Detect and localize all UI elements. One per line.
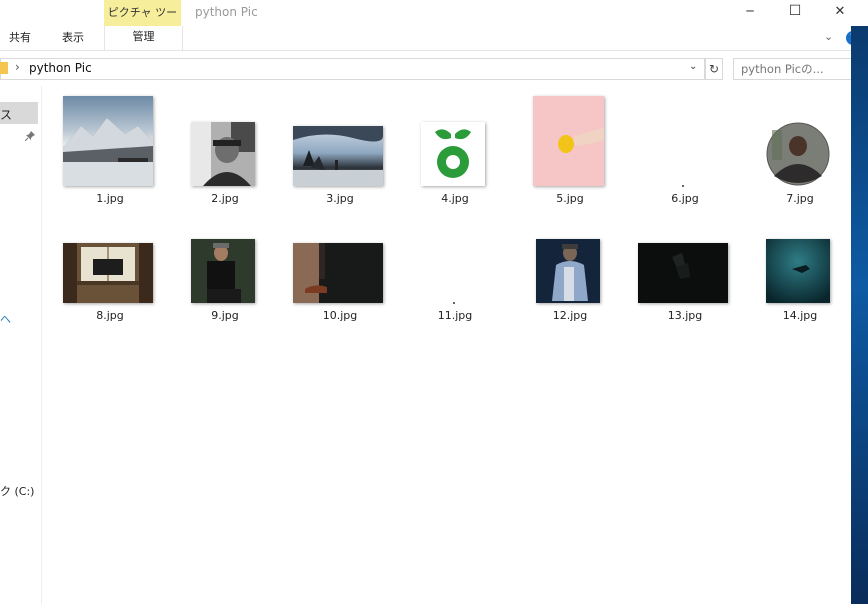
file-label[interactable]: 12.jpg [525,309,615,322]
window-desk-thumbnail[interactable] [63,243,153,303]
maximize-button[interactable]: ☐ [773,0,817,22]
mountain-lake-thumbnail[interactable] [63,96,153,186]
address-dropdown-icon[interactable]: ⌄ [689,61,697,72]
window-title: python Pic [195,5,258,19]
pin-icon[interactable] [24,131,35,144]
shoes-wall-thumbnail[interactable] [293,243,383,303]
round-portrait-thumbnail[interactable] [766,122,830,186]
hand-lemon-pink-thumbnail[interactable] [533,96,604,186]
man-hoodie-thumbnail[interactable] [536,239,600,303]
address-bar[interactable] [0,58,705,80]
file-label[interactable]: 8.jpg [65,309,155,322]
man-sitting-thumbnail[interactable] [191,239,255,303]
close-button[interactable]: ✕ [818,0,862,22]
ribbon-expand-chevron-icon[interactable]: ⌄ [824,30,833,43]
navigation-pane [0,86,42,604]
tab-share[interactable]: 共有 [9,29,31,45]
coast-rocks-thumbnail[interactable] [293,126,383,186]
desktop-background-strip [851,26,868,604]
file-label[interactable]: 11.jpg [410,309,500,322]
file-label[interactable]: 10.jpg [295,309,385,322]
file-label[interactable]: 9.jpg [180,309,270,322]
green-apple-logo-thumbnail[interactable] [421,122,485,186]
file-label[interactable]: 2.jpg [180,192,270,205]
breadcrumb-python-pic[interactable]: python Pic [29,61,92,75]
minimize-button[interactable]: ─ [728,0,772,22]
blank-thumbnail[interactable] [682,185,684,187]
underwater-thumbnail[interactable] [766,239,830,303]
file-label[interactable]: 1.jpg [65,192,155,205]
tab-view[interactable]: 表示 [62,29,84,45]
file-label[interactable]: 13.jpg [640,309,730,322]
file-label[interactable]: 4.jpg [410,192,500,205]
file-label[interactable]: 3.jpg [295,192,385,205]
folder-icon [0,62,8,74]
blank-thumbnail[interactable] [453,302,455,304]
file-label[interactable]: 6.jpg [640,192,730,205]
nav-item-quick-access-label: ス [0,108,13,122]
nav-expand-icon[interactable]: ヘ [0,311,11,327]
breadcrumb-chevron-icon[interactable]: › [15,60,20,74]
man-hat-bw-thumbnail[interactable] [191,122,255,186]
file-label[interactable]: 5.jpg [525,192,615,205]
file-label[interactable]: 14.jpg [755,309,845,322]
picture-tools-tab[interactable]: ピクチャ ツール [104,0,181,45]
dark-stairs-thumbnail[interactable] [638,243,728,303]
refresh-button[interactable]: ↻ [705,58,723,80]
nav-item-local-disk-c[interactable]: ク (C:) [0,483,34,499]
tab-manage[interactable]: 管理 [104,26,183,50]
search-placeholder: python Picの... [741,62,824,76]
file-label[interactable]: 7.jpg [755,192,845,205]
